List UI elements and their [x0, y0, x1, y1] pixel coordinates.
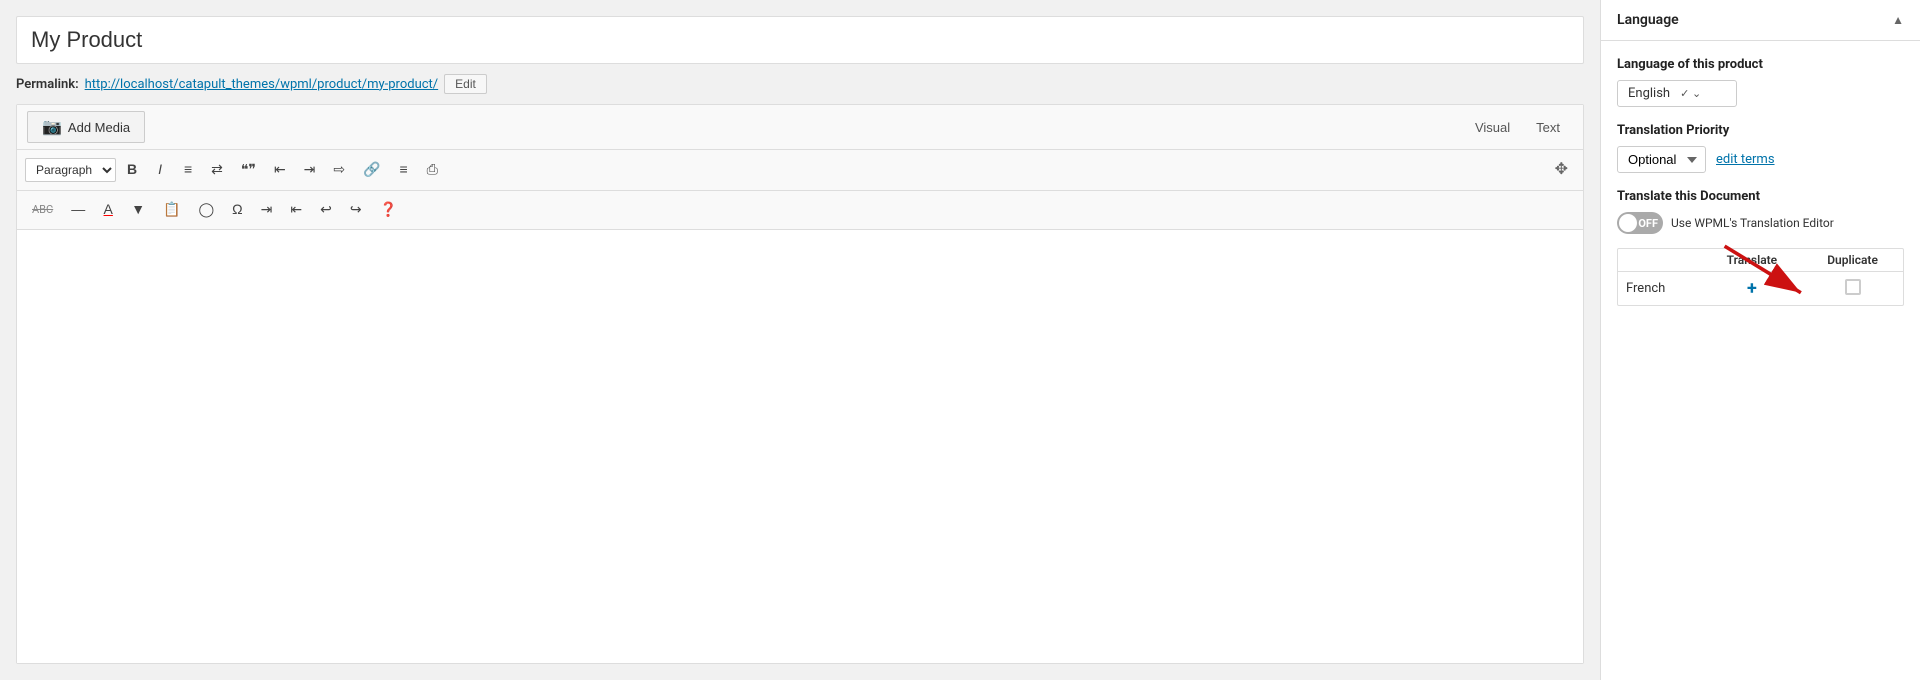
translation-container: Translate Duplicate French + — [1617, 248, 1904, 306]
align-right-button[interactable]: ⇨ — [326, 156, 352, 184]
translation-table-wrapper: Translate Duplicate French + — [1617, 248, 1904, 306]
paste-text-button[interactable]: 📋 — [156, 196, 187, 224]
language-field: Language of this product English ✓ ⌄ — [1617, 57, 1904, 107]
outdent-button[interactable]: ⇤ — [283, 196, 309, 224]
toggle-knob — [1619, 214, 1637, 232]
text-color-arrow[interactable]: ▼ — [124, 196, 152, 224]
italic-button[interactable]: I — [148, 156, 172, 184]
link-button[interactable]: 🔗 — [356, 156, 387, 184]
edit-terms-link[interactable]: edit terms — [1716, 152, 1775, 167]
permalink-label: Permalink: — [16, 77, 79, 92]
formatting-toolbar-1: Paragraph B I ≡ ⇄ ❝❞ ⇤ ⇥ ⇨ 🔗 ≡ ⎙ ✥ — [17, 150, 1583, 191]
sidebar-header: Language ▲ — [1601, 0, 1920, 41]
tab-visual[interactable]: Visual — [1462, 115, 1523, 140]
editor-toolbar-top: 📷 Add Media Visual Text — [17, 105, 1583, 150]
sidebar-title: Language — [1617, 12, 1679, 28]
language-dropdown-arrow: ✓ ⌄ — [1680, 87, 1701, 100]
collapse-icon[interactable]: ▲ — [1892, 13, 1904, 27]
editor-content-area[interactable] — [17, 230, 1583, 663]
help-button[interactable]: ❓ — [373, 196, 404, 224]
translate-col-header: Translate — [1702, 249, 1802, 272]
permalink-url[interactable]: http://localhost/catapult_themes/wpml/pr… — [85, 77, 439, 92]
language-select[interactable]: English ✓ ⌄ — [1617, 80, 1737, 107]
unordered-list-button[interactable]: ≡ — [176, 156, 200, 184]
toggle-off-label: OFF — [1638, 217, 1658, 230]
permalink-bar: Permalink: http://localhost/catapult_the… — [16, 72, 1584, 96]
ordered-list-button[interactable]: ⇄ — [204, 156, 230, 184]
blockquote-button[interactable]: ❝❞ — [234, 156, 263, 184]
duplicate-action-cell[interactable] — [1802, 272, 1903, 306]
language-field-label: Language of this product — [1617, 57, 1904, 72]
permalink-edit-button[interactable]: Edit — [444, 74, 487, 94]
language-name-cell: French — [1618, 272, 1702, 306]
strikethrough-icon: ABC — [25, 198, 60, 221]
duplicate-col-header: Duplicate — [1802, 249, 1903, 272]
translate-action-cell[interactable]: + — [1702, 272, 1802, 306]
table-row: French + — [1618, 272, 1903, 306]
undo-button[interactable]: ↩ — [313, 196, 339, 224]
align-center-button[interactable]: ⇥ — [297, 156, 323, 184]
lang-col-header — [1618, 249, 1702, 272]
indent-button[interactable]: ⇥ — [254, 196, 280, 224]
paragraph-select[interactable]: Paragraph — [25, 158, 116, 182]
wpml-editor-toggle[interactable]: OFF — [1617, 212, 1663, 234]
fullscreen-button[interactable]: ✥ — [1548, 155, 1575, 185]
clear-format-button[interactable]: ◯ — [192, 196, 222, 224]
sidebar-body: Language of this product English ✓ ⌄ Tra… — [1601, 41, 1920, 322]
translation-priority-label: Translation Priority — [1617, 123, 1904, 138]
add-media-icon: 📷 — [42, 117, 62, 137]
priority-select[interactable]: Optional — [1617, 146, 1706, 173]
keyboard-shortcuts-button[interactable]: ⎙ — [420, 156, 445, 184]
text-color-button[interactable]: A — [96, 196, 120, 224]
translation-priority-field: Translation Priority Optional edit terms — [1617, 123, 1904, 173]
editor-box: 📷 Add Media Visual Text Paragraph B I ≡ … — [16, 104, 1584, 664]
post-title-input[interactable] — [16, 16, 1584, 64]
align-left-button[interactable]: ⇤ — [267, 156, 293, 184]
add-media-label: Add Media — [68, 120, 130, 135]
duplicate-checkbox[interactable] — [1845, 279, 1861, 295]
redo-button[interactable]: ↪ — [343, 196, 369, 224]
toggle-description: Use WPML's Translation Editor — [1671, 216, 1834, 230]
toggle-row: OFF Use WPML's Translation Editor — [1617, 212, 1904, 234]
translation-table: Translate Duplicate French + — [1618, 249, 1903, 305]
add-media-button[interactable]: 📷 Add Media — [27, 111, 145, 143]
sidebar: Language ▲ Language of this product Engl… — [1600, 0, 1920, 680]
translate-doc-section: Translate this Document OFF Use WPML's T… — [1617, 189, 1904, 306]
main-content: Permalink: http://localhost/catapult_the… — [0, 0, 1600, 680]
language-value: English — [1628, 86, 1670, 101]
horizontal-rule-button[interactable]: — — [64, 196, 92, 224]
more-button[interactable]: ≡ — [392, 156, 416, 184]
priority-row: Optional edit terms — [1617, 146, 1904, 173]
special-char-button[interactable]: Ω — [225, 196, 249, 224]
tab-text[interactable]: Text — [1523, 115, 1573, 140]
bold-button[interactable]: B — [120, 156, 144, 184]
translate-doc-label: Translate this Document — [1617, 189, 1904, 204]
formatting-toolbar-2: ABC — A ▼ 📋 ◯ Ω ⇥ ⇤ ↩ ↪ ❓ — [17, 191, 1583, 230]
translate-plus-icon[interactable]: + — [1747, 278, 1757, 299]
editor-view-tabs: Visual Text — [1462, 115, 1573, 140]
